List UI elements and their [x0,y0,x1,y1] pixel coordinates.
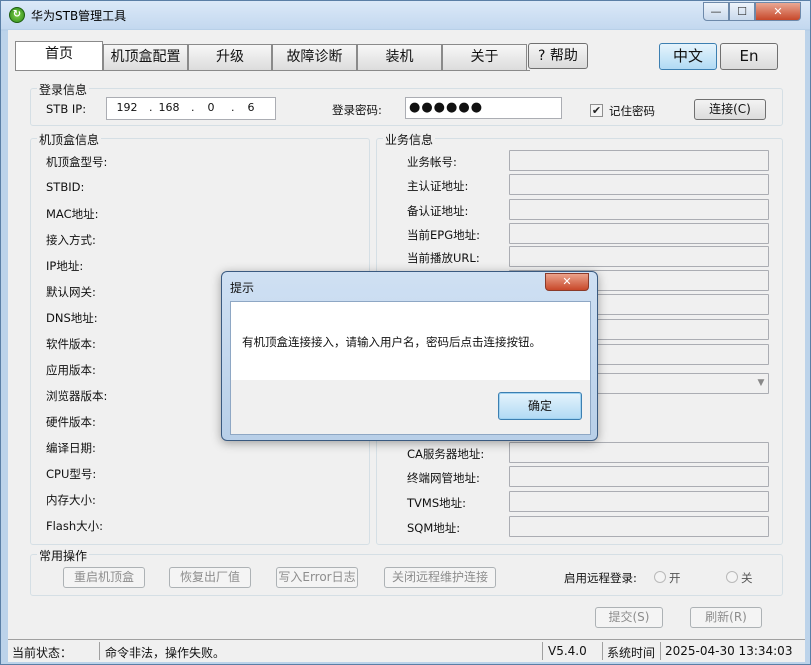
connect-button[interactable]: 连接(C) [694,99,766,120]
tab-install[interactable]: 装机 [357,44,442,70]
stb-info-label: STBID: [46,180,85,194]
service-info-label: 终端网管地址: [407,471,480,485]
dialog-message: 有机顶盒连接接入，请输入用户名，密码后点击连接按钮。 [242,335,541,349]
service-info-field[interactable] [509,199,769,220]
chevron-down-icon[interactable]: ▼ [753,374,769,393]
stb-ip-input[interactable]: 192 . 168 . 0 . 6 [106,97,276,120]
dialog-close-button[interactable]: ✕ [545,273,589,291]
submit-button[interactable]: 提交(S) [595,607,663,628]
refresh-button[interactable]: 刷新(R) [690,607,762,628]
stb-info-label: 应用版本: [46,363,96,377]
remote-off-label: 关 [741,571,753,585]
tab-home[interactable]: 首页 [15,41,103,71]
ip-dot: . [231,101,235,114]
dialog-title: 提示 [230,281,255,295]
main-window: ↻ 华为STB管理工具 — ☐ ✕ 首页 机顶盒配置 升级 故障诊断 装机 关于… [0,0,811,665]
status-separator [660,642,661,660]
service-info-field[interactable] [509,466,769,487]
service-info-label: 业务帐号: [407,155,457,169]
service-info-label: 当前播放URL: [407,251,480,265]
status-bar: 当前状态： 命令非法，操作失败。 V5.4.0 系统时间 2025-04-30 … [8,639,805,662]
remember-password-label: 记住密码 [609,104,655,118]
service-info-field[interactable] [509,246,769,267]
service-info-field[interactable] [509,516,769,537]
service-info-label: 备认证地址: [407,204,469,218]
close-button[interactable]: ✕ [755,2,801,21]
system-time-value: 2025-04-30 13:34:03 [665,644,793,658]
service-info-label: TVMS地址: [407,496,466,510]
stb-info-label: 内存大小: [46,493,96,507]
reboot-button[interactable]: 重启机顶盒 [63,567,145,588]
stb-info-label: 编译日期: [46,441,96,455]
service-info-field[interactable] [509,491,769,512]
service-info-field[interactable] [509,223,769,244]
version-label: V5.4.0 [548,644,587,658]
ip-octet-2: 168 [158,101,180,114]
status-separator [602,642,603,660]
ip-dot: . [191,101,195,114]
password-label: 登录密码: [332,103,382,117]
remote-on-label: 开 [669,571,681,585]
close-remote-button[interactable]: 关闭远程维护连接 [384,567,496,588]
ip-dot: . [149,101,153,114]
remote-login-label: 启用远程登录: [564,571,637,585]
login-group-title: 登录信息 [37,81,90,98]
prompt-dialog: 提示 ✕ 有机顶盒连接接入，请输入用户名，密码后点击连接按钮。 确定 [221,271,598,441]
tab-diagnosis[interactable]: 故障诊断 [272,44,357,70]
factory-reset-button[interactable]: 恢复出厂值 [169,567,251,588]
stb-info-label: MAC地址: [46,207,99,221]
stb-info-label: 软件版本: [46,337,96,351]
lang-zh-button[interactable]: 中文 [659,43,717,70]
stb-info-label: Flash大小: [46,519,104,533]
ops-group-title: 常用操作 [37,547,90,564]
ip-octet-4: 6 [247,101,255,114]
stb-info-label: 默认网关: [46,285,96,299]
stb-info-label: 硬件版本: [46,415,96,429]
window-title: 华为STB管理工具 [31,9,127,23]
status-separator [99,642,100,660]
remote-off-radio[interactable] [726,571,738,583]
stb-info-label: CPU型号: [46,467,97,481]
stb-info-label: 机顶盒型号: [46,155,108,169]
ip-octet-1: 192 [116,101,138,114]
dialog-message-area: 有机顶盒连接接入，请输入用户名，密码后点击连接按钮。 [231,302,590,380]
service-info-field[interactable] [509,174,769,195]
service-info-label: SQM地址: [407,521,461,535]
lang-en-button[interactable]: En [720,43,778,70]
stb-info-label: 接入方式: [46,233,96,247]
remember-password-checkbox[interactable]: ✔ [590,104,603,117]
stb-info-label: DNS地址: [46,311,98,325]
status-label: 当前状态： [12,646,73,660]
system-time-label: 系统时间 [607,646,656,660]
stb-ip-label: STB IP: [46,102,87,116]
refresh-icon: ↻ [9,7,25,23]
write-error-log-button[interactable]: 写入Error日志 [276,567,358,588]
service-info-field[interactable] [509,442,769,463]
service-info-label: 当前EPG地址: [407,228,480,242]
remote-on-radio[interactable] [654,571,666,583]
status-message: 命令非法，操作失败。 [105,646,226,660]
tab-about[interactable]: 关于 [442,44,527,70]
ip-octet-3: 0 [207,101,215,114]
service-info-group-title: 业务信息 [383,131,436,148]
tab-stb-config[interactable]: 机顶盒配置 [103,44,188,70]
stb-info-label: 浏览器版本: [46,389,108,403]
service-info-label: 主认证地址: [407,179,469,193]
password-input[interactable]: ●●●●●● [405,97,562,119]
stb-info-group-title: 机顶盒信息 [37,131,102,148]
help-button[interactable]: ? 帮助 [528,43,588,69]
tab-upgrade[interactable]: 升级 [188,44,272,70]
dialog-ok-button[interactable]: 确定 [498,392,582,420]
title-bar: ↻ 华为STB管理工具 — ☐ ✕ [1,1,810,29]
status-separator [542,642,543,660]
dialog-body: 有机顶盒连接接入，请输入用户名，密码后点击连接按钮。 确定 [230,301,591,435]
service-info-label: CA服务器地址: [407,447,485,461]
stb-info-label: IP地址: [46,259,84,273]
tab-divider [15,70,530,71]
maximize-button[interactable]: ☐ [729,2,755,21]
minimize-button[interactable]: — [703,2,729,21]
service-info-field[interactable] [509,150,769,171]
